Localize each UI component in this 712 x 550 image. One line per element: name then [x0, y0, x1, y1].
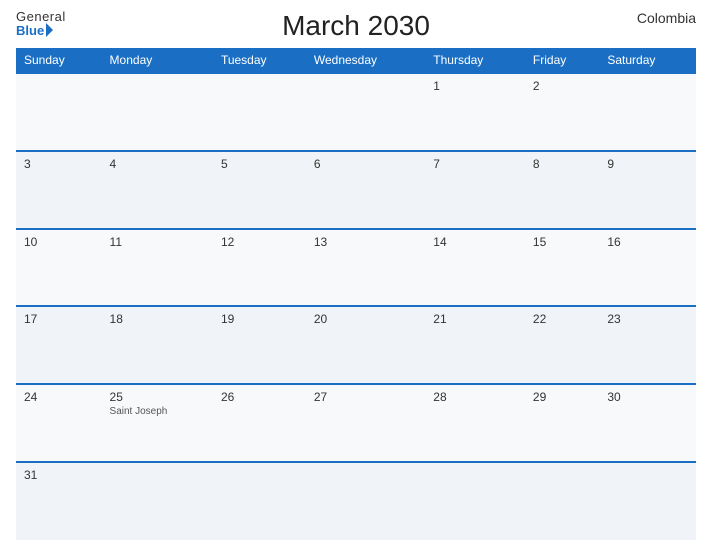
day-number: 7	[433, 157, 517, 171]
table-row: 10 11 12 13 14 15 16	[16, 229, 696, 307]
day-number: 6	[314, 157, 417, 171]
calendar-cell: 3	[16, 151, 102, 229]
day-number: 9	[607, 157, 688, 171]
day-number: 14	[433, 235, 517, 249]
day-number: 15	[533, 235, 591, 249]
calendar-cell	[425, 462, 525, 540]
day-number: 4	[110, 157, 205, 171]
calendar-cell: 6	[306, 151, 425, 229]
day-number: 21	[433, 312, 517, 326]
calendar-cell: 26	[213, 384, 306, 462]
table-row: 12	[16, 73, 696, 151]
table-row: 17 18 19 20 21 22 23	[16, 306, 696, 384]
logo: General Blue	[16, 10, 66, 37]
day-number: 26	[221, 390, 298, 404]
day-number: 20	[314, 312, 417, 326]
day-number: 16	[607, 235, 688, 249]
calendar-cell: 20	[306, 306, 425, 384]
calendar-cell	[16, 73, 102, 151]
calendar-header-row: Sunday Monday Tuesday Wednesday Thursday…	[16, 48, 696, 73]
calendar-cell: 10	[16, 229, 102, 307]
day-number: 17	[24, 312, 94, 326]
table-row: 3 4 5 6 7 8 9	[16, 151, 696, 229]
logo-general-text: General	[16, 10, 66, 23]
col-friday: Friday	[525, 48, 599, 73]
day-number: 11	[110, 235, 205, 249]
day-number: 12	[221, 235, 298, 249]
col-tuesday: Tuesday	[213, 48, 306, 73]
calendar-cell: 27	[306, 384, 425, 462]
calendar-cell: 24	[16, 384, 102, 462]
day-number: 8	[533, 157, 591, 171]
calendar-cell	[306, 73, 425, 151]
calendar-cell	[213, 462, 306, 540]
calendar-cell: 13	[306, 229, 425, 307]
calendar-cell: 16	[599, 229, 696, 307]
day-number: 2	[533, 79, 591, 93]
day-number: 5	[221, 157, 298, 171]
calendar-header: General Blue March 2030 Colombia	[16, 10, 696, 42]
calendar-cell: 2	[525, 73, 599, 151]
calendar-cell	[525, 462, 599, 540]
calendar-cell: 4	[102, 151, 213, 229]
calendar-cell: 23	[599, 306, 696, 384]
calendar-body: 1234567891011121314151617181920212223242…	[16, 73, 696, 540]
calendar-cell: 18	[102, 306, 213, 384]
day-number: 19	[221, 312, 298, 326]
calendar-cell: 22	[525, 306, 599, 384]
calendar-cell: 14	[425, 229, 525, 307]
calendar-cell: 21	[425, 306, 525, 384]
col-saturday: Saturday	[599, 48, 696, 73]
calendar-cell	[599, 73, 696, 151]
page-title: March 2030	[282, 10, 430, 42]
logo-triangle-icon	[46, 23, 53, 37]
event-label: Saint Joseph	[110, 406, 205, 417]
calendar-cell: 12	[213, 229, 306, 307]
day-number: 31	[24, 468, 94, 482]
calendar-cell	[102, 73, 213, 151]
col-wednesday: Wednesday	[306, 48, 425, 73]
day-number: 27	[314, 390, 417, 404]
table-row: 24 25 Saint Joseph 26 27 28 29 30	[16, 384, 696, 462]
logo-blue-text: Blue	[16, 23, 66, 37]
day-number: 22	[533, 312, 591, 326]
day-number: 25	[110, 390, 205, 404]
day-number: 1	[433, 79, 517, 93]
day-number: 13	[314, 235, 417, 249]
calendar-cell: 29	[525, 384, 599, 462]
day-number: 30	[607, 390, 688, 404]
day-number: 28	[433, 390, 517, 404]
calendar-table: Sunday Monday Tuesday Wednesday Thursday…	[16, 48, 696, 540]
calendar-cell: 25 Saint Joseph	[102, 384, 213, 462]
col-thursday: Thursday	[425, 48, 525, 73]
day-number: 10	[24, 235, 94, 249]
calendar-cell	[213, 73, 306, 151]
day-number: 18	[110, 312, 205, 326]
calendar-cell: 28	[425, 384, 525, 462]
calendar-cell: 17	[16, 306, 102, 384]
calendar-cell: 15	[525, 229, 599, 307]
calendar-cell: 31	[16, 462, 102, 540]
calendar-cell: 11	[102, 229, 213, 307]
calendar-cell	[306, 462, 425, 540]
day-number: 3	[24, 157, 94, 171]
calendar-cell: 19	[213, 306, 306, 384]
calendar-cell: 1	[425, 73, 525, 151]
calendar-cell	[102, 462, 213, 540]
calendar-cell: 8	[525, 151, 599, 229]
day-number: 23	[607, 312, 688, 326]
country-label: Colombia	[637, 10, 696, 26]
calendar-cell: 5	[213, 151, 306, 229]
calendar-cell	[599, 462, 696, 540]
day-number: 29	[533, 390, 591, 404]
table-row: 31	[16, 462, 696, 540]
calendar-cell: 7	[425, 151, 525, 229]
calendar-cell: 30	[599, 384, 696, 462]
day-number: 24	[24, 390, 94, 404]
col-monday: Monday	[102, 48, 213, 73]
col-sunday: Sunday	[16, 48, 102, 73]
calendar-cell: 9	[599, 151, 696, 229]
